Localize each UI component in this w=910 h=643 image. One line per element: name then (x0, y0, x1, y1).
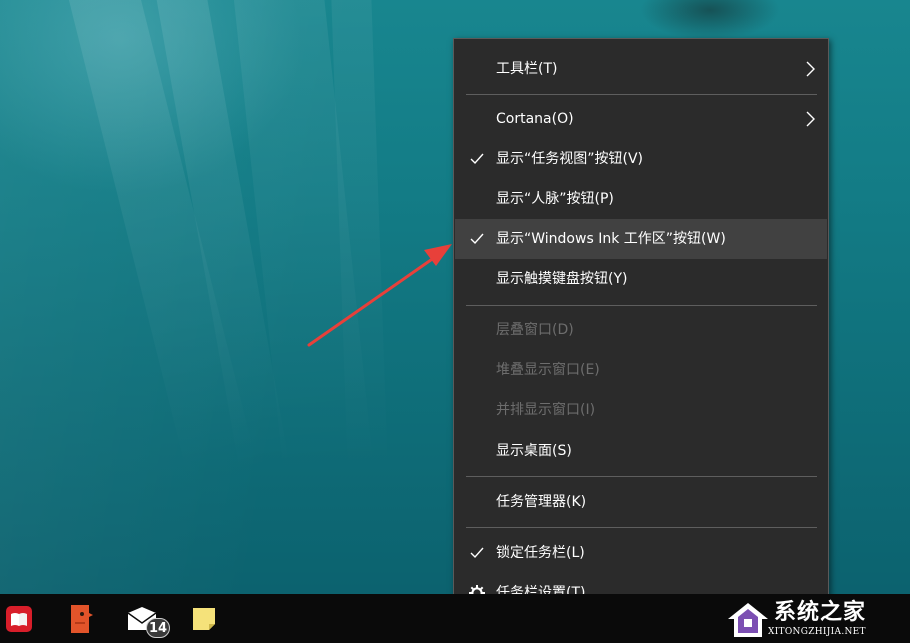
menu-item-show-task-view-button[interactable]: 显示“任务视图”按钮(V) (455, 139, 827, 179)
menu-item-label: 锁定任务栏(L) (496, 533, 585, 573)
checkmark-icon (467, 139, 487, 179)
menu-item-show-people-button[interactable]: 显示“人脉”按钮(P) (455, 179, 827, 219)
mail-unread-badge: 14 (146, 618, 170, 638)
menu-separator (466, 94, 817, 95)
menu-item-cortana[interactable]: Cortana(O) (455, 99, 827, 139)
menu-item-side-by-side-windows: 并排显示窗口(I) (455, 390, 827, 430)
menu-item-label: Cortana(O) (496, 99, 574, 139)
menu-item-stack-windows: 堆叠显示窗口(E) (455, 350, 827, 390)
foxit-pdf-icon[interactable] (57, 594, 105, 643)
menu-item-show-touch-keyboard-button[interactable]: 显示触摸键盘按钮(Y) (455, 259, 827, 299)
menu-item-label: 显示触摸键盘按钮(Y) (496, 259, 627, 299)
menu-item-label: 层叠窗口(D) (496, 310, 574, 350)
menu-item-lock-taskbar[interactable]: 锁定任务栏(L) (455, 533, 827, 573)
menu-item-toolbars[interactable]: 工具栏(T) (455, 49, 827, 89)
menu-item-label: 显示桌面(S) (496, 431, 572, 471)
site-watermark: 系统之家 XITONGZHIJIA.NET (726, 600, 902, 640)
menu-item-label: 堆叠显示窗口(E) (496, 350, 600, 390)
house-logo-icon (726, 601, 770, 639)
menu-item-show-desktop[interactable]: 显示桌面(S) (455, 431, 827, 471)
watermark-title: 系统之家 (774, 600, 866, 626)
menu-item-cascade-windows: 层叠窗口(D) (455, 310, 827, 350)
sticky-notes-icon[interactable] (180, 594, 228, 643)
reader-app-icon[interactable] (0, 594, 43, 643)
checkmark-icon (467, 219, 487, 259)
menu-item-task-manager[interactable]: 任务管理器(K) (455, 482, 827, 522)
menu-item-label: 任务管理器(K) (496, 482, 586, 522)
menu-separator (466, 527, 817, 528)
menu-separator (466, 305, 817, 306)
menu-item-label: 显示“Windows Ink 工作区”按钮(W) (496, 219, 726, 259)
checkmark-icon (467, 533, 487, 573)
taskbar-context-menu: 工具栏(T) Cortana(O) 显示“任务视图”按钮(V) 显示“人脉”按钮… (453, 38, 829, 612)
menu-item-label: 并排显示窗口(I) (496, 390, 595, 430)
menu-separator (466, 476, 817, 477)
menu-item-label: 工具栏(T) (496, 49, 557, 89)
watermark-url: XITONGZHIJIA.NET (768, 627, 866, 637)
menu-item-label: 显示“任务视图”按钮(V) (496, 139, 643, 179)
menu-item-show-windows-ink-button[interactable]: 显示“Windows Ink 工作区”按钮(W) (455, 219, 827, 259)
menu-item-label: 显示“人脉”按钮(P) (496, 179, 614, 219)
chevron-right-icon (803, 99, 817, 139)
chevron-right-icon (803, 49, 817, 89)
